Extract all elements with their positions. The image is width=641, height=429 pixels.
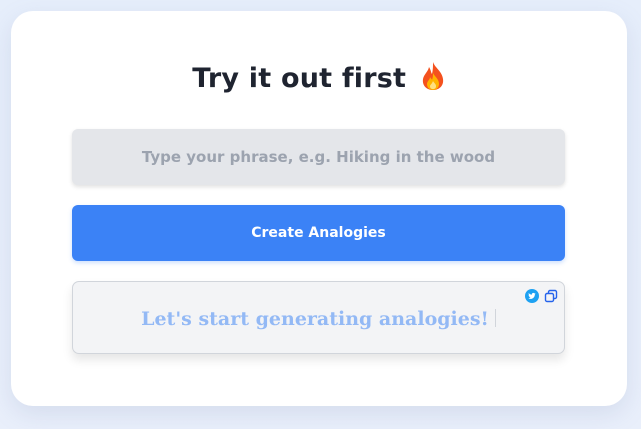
create-analogies-button[interactable]: Create Analogies (72, 205, 565, 261)
demo-card: Try it out first Create Analogies (11, 11, 627, 406)
fire-icon (420, 61, 446, 98)
section-title: Try it out first (192, 63, 407, 94)
section-title-row: Try it out first (11, 61, 627, 98)
phrase-input-wrapper (72, 129, 565, 185)
copy-icon[interactable] (544, 288, 558, 303)
twitter-icon[interactable] (525, 288, 539, 303)
analogy-output-row: Let's start generating analogies! (73, 308, 564, 330)
typing-cursor (494, 309, 496, 327)
analogy-output-text: Let's start generating analogies! (141, 308, 489, 330)
phrase-input[interactable] (72, 129, 565, 185)
analogy-output-box: Let's start generating analogies! (72, 281, 565, 354)
